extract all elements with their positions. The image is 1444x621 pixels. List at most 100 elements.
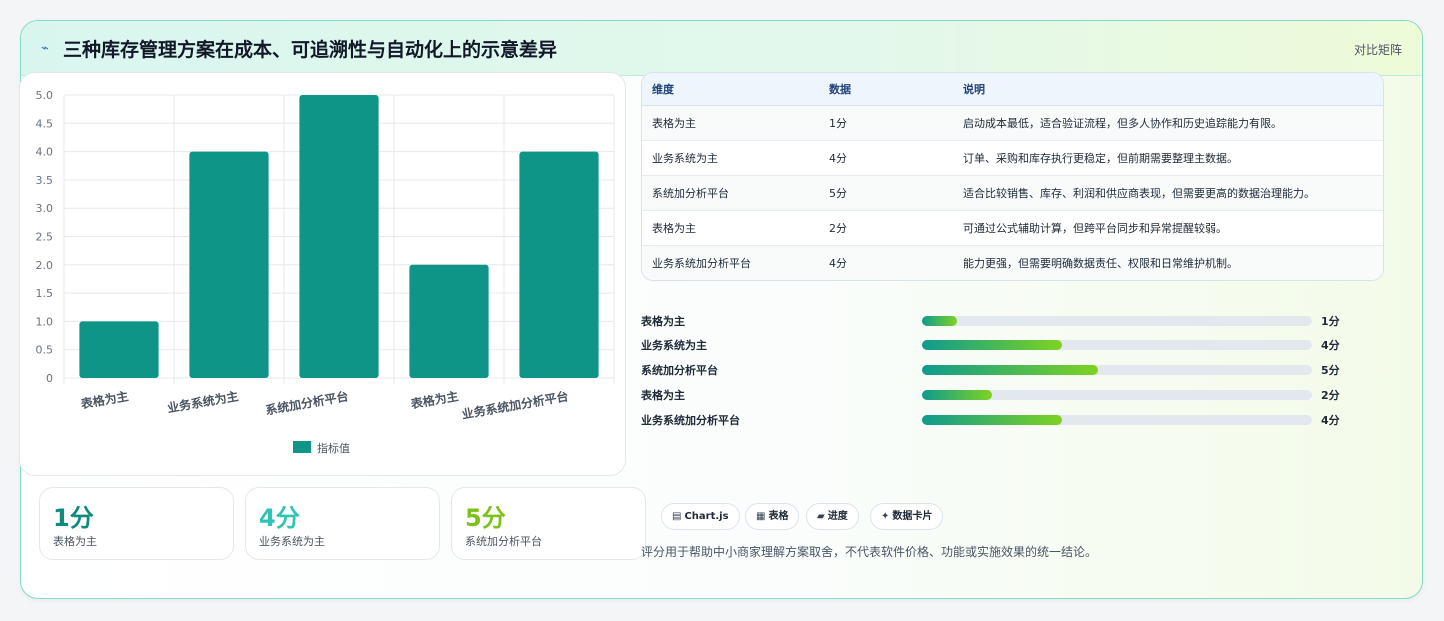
- chip-data-card[interactable]: ✦ 数据卡片: [870, 503, 944, 530]
- cell-value: 4分: [829, 152, 847, 165]
- bar: [189, 151, 269, 378]
- bar-chart: 5.0 4.5 4.0 3.5 3.0 2.5 2.0 1.5 1.0 0.5 0 表格为主 业务系统为…: [36, 89, 615, 455]
- x-tick-label: 表格为主: [79, 388, 130, 411]
- table-header: 维度 数据 说明: [642, 73, 1383, 106]
- progress-row: 表格为主 2分: [641, 387, 1361, 403]
- y-tick-label: 1.0: [36, 315, 54, 328]
- legend-label: 指标值: [317, 441, 350, 455]
- progress-label: 表格为主: [641, 389, 685, 402]
- progress-track: [922, 415, 1312, 425]
- chip-progress[interactable]: ▰ 进度: [806, 503, 859, 530]
- bar: [519, 151, 599, 378]
- cell-value: 5分: [829, 187, 847, 200]
- cell-description: 启动成本最低，适合验证流程，但多人协作和历史追踪能力有限。: [963, 117, 1282, 130]
- chip-label: Chart.js: [684, 511, 729, 522]
- x-tick-label: 表格为主: [409, 388, 460, 411]
- legend-swatch: [293, 441, 311, 453]
- chip-table[interactable]: ▦ 表格: [745, 503, 800, 530]
- progress-track: [922, 390, 1312, 400]
- y-tick-label: 3.0: [36, 202, 54, 215]
- cell-dimension: 系统加分析平台: [652, 187, 729, 200]
- progress-row: 表格为主 1分: [641, 313, 1361, 329]
- bar: [299, 95, 379, 378]
- progress-value: 4分: [1321, 339, 1340, 352]
- kpi-label: 业务系统为主: [259, 535, 325, 548]
- table-row: 表格为主 2分 可通过公式辅助计算，但跨平台同步和异常提醒较弱。: [642, 211, 1383, 246]
- table-row: 系统加分析平台 5分 适合比较销售、库存、利润和供应商表现，但需要更高的数据治理…: [642, 176, 1383, 211]
- progress-label: 系统加分析平台: [641, 364, 718, 377]
- page-title: 三种库存管理方案在成本、可追溯性与自动化上的示意差异: [63, 39, 558, 61]
- chip-label: 数据卡片: [892, 511, 933, 522]
- mode-label: 对比矩阵: [1353, 43, 1402, 57]
- progress-value: 5分: [1321, 364, 1340, 377]
- chip-label: 表格: [768, 511, 789, 522]
- y-tick-label: 0: [46, 372, 53, 385]
- cell-dimension: 业务系统为主: [652, 152, 718, 165]
- progress-fill: [922, 365, 1098, 375]
- progress-track: [922, 340, 1312, 350]
- kpi-card: 4分 业务系统为主: [245, 487, 440, 560]
- table-row: 业务系统为主 4分 订单、采购和库存执行更稳定，但前期需要整理主数据。: [642, 141, 1383, 176]
- progress-fill: [922, 415, 1063, 425]
- y-tick-label: 2.0: [36, 259, 54, 272]
- sparkle-icon: ✦: [881, 511, 890, 522]
- cell-dimension: 表格为主: [652, 117, 696, 130]
- y-tick-label: 4.5: [36, 117, 54, 130]
- footnote: 评分用于帮助中小商家理解方案取舍，不代表软件价格、功能或实施效果的统一结论。: [641, 545, 1098, 559]
- cell-description: 能力更强，但需要明确数据责任、权限和日常维护机制。: [963, 257, 1238, 270]
- table-row: 表格为主 1分 启动成本最低，适合验证流程，但多人协作和历史追踪能力有限。: [642, 106, 1383, 141]
- progress-track: [922, 316, 1312, 326]
- progress-label: 业务系统为主: [641, 339, 707, 352]
- progress-row: 业务系统为主 4分: [641, 337, 1361, 353]
- cell-value: 2分: [829, 222, 847, 235]
- progress-row: 业务系统加分析平台 4分: [641, 412, 1361, 428]
- bar: [409, 264, 489, 378]
- data-table: 维度 数据 说明 表格为主 1分 启动成本最低，适合验证流程，但多人协作和历史追…: [641, 72, 1384, 281]
- column-header: 维度: [652, 83, 674, 96]
- kpi-value: 4分: [259, 504, 300, 532]
- cell-description: 订单、采购和库存执行更稳定，但前期需要整理主数据。: [963, 152, 1238, 165]
- table-row: 业务系统加分析平台 4分 能力更强，但需要明确数据责任、权限和日常维护机制。: [642, 246, 1383, 280]
- table-icon: ▦: [756, 511, 766, 522]
- chip-label: 进度: [827, 511, 848, 522]
- chart-icon: ▤: [672, 511, 682, 522]
- column-header: 说明: [963, 83, 985, 96]
- y-tick-label: 2.5: [36, 231, 54, 244]
- progress-fill: [922, 340, 1063, 350]
- cell-description: 可通过公式辅助计算，但跨平台同步和异常提醒较弱。: [963, 222, 1227, 235]
- progress-label: 业务系统加分析平台: [641, 414, 740, 427]
- progress-track: [922, 365, 1312, 375]
- kpi-value: 1分: [53, 504, 94, 532]
- y-tick-label: 4.0: [36, 146, 54, 159]
- cell-value: 1分: [829, 117, 847, 130]
- kpi-card: 1分 表格为主: [39, 487, 234, 560]
- cell-description: 适合比较销售、库存、利润和供应商表现，但需要更高的数据治理能力。: [963, 187, 1315, 200]
- progress-label: 表格为主: [641, 315, 685, 328]
- kpi-value: 5分: [465, 504, 506, 532]
- y-tick-label: 5.0: [36, 89, 54, 102]
- column-header: 数据: [829, 83, 851, 96]
- bolt-icon: ⌁: [41, 41, 49, 56]
- card-header: ⌁ 三种库存管理方案在成本、可追溯性与自动化上的示意差异 对比矩阵: [21, 21, 1422, 76]
- kpi-label: 表格为主: [53, 535, 97, 548]
- bar: [79, 321, 159, 378]
- kpi-label: 系统加分析平台: [465, 535, 542, 548]
- cell-dimension: 表格为主: [652, 222, 696, 235]
- y-tick-label: 0.5: [36, 344, 54, 357]
- progress-value: 1分: [1321, 315, 1340, 328]
- chip-chartjs[interactable]: ▤ Chart.js: [661, 503, 740, 530]
- progress-fill: [922, 316, 958, 326]
- x-tick-label: 业务系统加分析平台: [461, 388, 570, 422]
- progress-value: 2分: [1321, 389, 1340, 402]
- progress-row: 系统加分析平台 5分: [641, 362, 1361, 378]
- cell-value: 4分: [829, 257, 847, 270]
- progress-fill: [922, 390, 993, 400]
- y-tick-label: 1.5: [36, 287, 54, 300]
- x-tick-label: 系统加分析平台: [264, 388, 349, 417]
- kpi-card: 5分 系统加分析平台: [451, 487, 646, 560]
- progress-icon: ▰: [817, 511, 825, 522]
- chart-panel: 5.0 4.5 4.0 3.5 3.0 2.5 2.0 1.5 1.0 0.5 0 表格为主 业务系统为…: [19, 72, 626, 476]
- y-tick-label: 3.5: [36, 174, 54, 187]
- x-tick-label: 业务系统为主: [166, 388, 240, 415]
- cell-dimension: 业务系统加分析平台: [652, 257, 751, 270]
